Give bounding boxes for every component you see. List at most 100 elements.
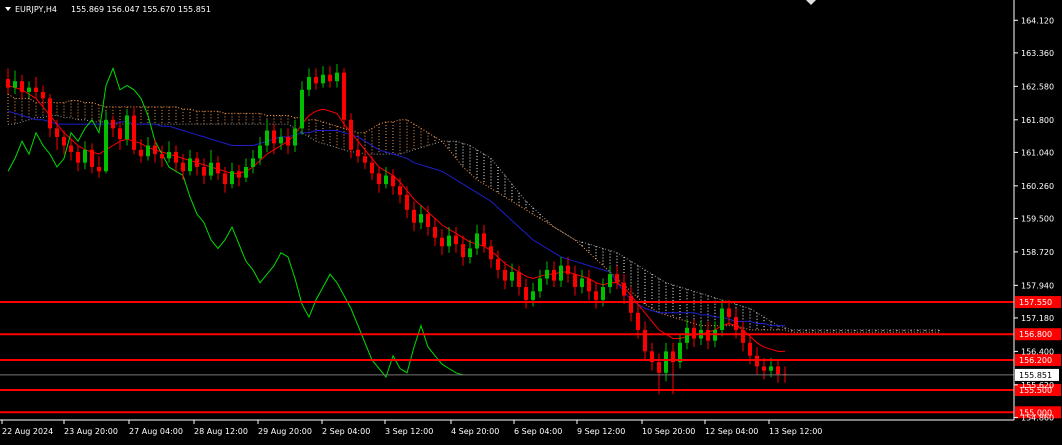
candle-body <box>538 278 542 292</box>
candle-body <box>643 329 647 352</box>
price-tick-label: 154.860 <box>1021 413 1054 422</box>
candle-body <box>713 329 717 341</box>
candle-body <box>496 259 500 270</box>
symbol-label: EURJPY,H4 <box>15 5 57 14</box>
level-price-label: 157.550 <box>1019 298 1052 307</box>
candle-body <box>664 351 668 373</box>
candle-body <box>391 175 395 187</box>
candle-body <box>272 130 276 144</box>
candle-body <box>139 149 143 157</box>
candle-body <box>580 278 584 288</box>
candle-body <box>468 248 472 258</box>
candle-body <box>48 98 52 129</box>
candle-body <box>111 119 115 129</box>
time-tick-label: 4 Sep 20:00 <box>451 427 499 436</box>
candle-body <box>762 366 766 371</box>
time-tick-label: 10 Sep 20:00 <box>642 427 695 436</box>
time-tick-label: 22 Aug 2024 <box>2 427 53 436</box>
candle-body <box>202 166 206 176</box>
candle-body <box>384 175 388 185</box>
candle-body <box>27 87 31 92</box>
bull-candle <box>104 111 108 174</box>
level-price-label: 156.800 <box>1019 330 1052 339</box>
candle-body <box>160 154 164 159</box>
price-tick-label: 157.180 <box>1021 314 1054 323</box>
candle-body <box>447 235 451 247</box>
candle-body <box>426 214 430 228</box>
candle-body <box>13 81 17 88</box>
candle-body <box>741 329 745 343</box>
candle-body <box>307 76 311 90</box>
candle-body <box>727 308 731 318</box>
candle-body <box>482 233 486 247</box>
candle-body <box>629 295 633 313</box>
time-tick-label: 23 Aug 20:00 <box>64 427 118 436</box>
candle-body <box>153 145 157 155</box>
time-tick-label: 9 Sep 12:00 <box>577 427 625 436</box>
candle-body <box>657 362 661 373</box>
candle-body <box>601 287 605 300</box>
candle-body <box>454 235 458 245</box>
candle-body <box>265 130 269 146</box>
candle-body <box>573 274 577 288</box>
price-tick-label: 157.940 <box>1021 281 1054 290</box>
candle-body <box>377 173 381 185</box>
candle-body <box>314 76 318 84</box>
price-tick-label: 159.500 <box>1021 214 1054 223</box>
candle-body <box>594 291 598 300</box>
ohlc-readout: 155.869 156.047 155.670 155.851 <box>71 5 211 14</box>
candle-body <box>510 272 514 281</box>
time-tick-label: 29 Aug 20:00 <box>258 427 312 436</box>
candle-body <box>524 287 528 300</box>
price-tick-label: 161.800 <box>1021 116 1054 125</box>
price-tick-label: 158.720 <box>1021 248 1054 257</box>
chart-window: 157.550 156.800 156.200 155.500 155.000 155.8… <box>0 0 1062 445</box>
price-tick-label: 156.400 <box>1021 347 1054 356</box>
candle-body <box>461 244 465 258</box>
candle-body <box>748 342 752 356</box>
candle-body <box>405 194 409 210</box>
candle-body <box>300 89 304 129</box>
candle-body <box>125 115 129 140</box>
candle-body <box>622 282 626 296</box>
price-tick-label: 162.580 <box>1021 82 1054 91</box>
candle-body <box>230 171 234 185</box>
candle-body <box>167 151 171 159</box>
candle-body <box>132 115 136 150</box>
candle-body <box>293 128 297 146</box>
candle-body <box>216 162 220 174</box>
candle-body <box>279 136 283 144</box>
candle-body <box>258 145 262 159</box>
candle-body <box>489 246 493 260</box>
candle-body <box>195 158 199 167</box>
candle-body <box>237 171 241 178</box>
candle-body <box>349 119 353 150</box>
candle-body <box>440 237 444 247</box>
candle-body <box>97 166 101 172</box>
time-tick-label: 2 Sep 04:00 <box>322 427 370 436</box>
candle-body <box>734 317 738 330</box>
candle-body <box>370 162 374 174</box>
candle-body <box>685 327 689 343</box>
time-tick-label: 12 Sep 04:00 <box>705 427 758 436</box>
price-tick-label: 163.360 <box>1021 49 1054 58</box>
candle-body <box>251 158 255 167</box>
candle-body <box>692 327 696 339</box>
candle-body <box>90 149 94 167</box>
candle-body <box>566 265 570 275</box>
price-chart[interactable]: 157.550156.800156.200155.500155.000155.8… <box>0 0 1062 445</box>
candle-body <box>6 79 10 88</box>
candle-body <box>34 87 38 92</box>
candle-body <box>342 72 346 120</box>
candle-body <box>55 128 59 137</box>
candle-body <box>412 209 416 223</box>
time-tick-label: 27 Aug 04:00 <box>129 427 183 436</box>
candle-body <box>209 162 213 176</box>
candle-body <box>321 74 325 84</box>
candle-body <box>181 162 185 172</box>
candle-body <box>755 355 759 367</box>
candle-body <box>41 91 45 99</box>
candle-body <box>174 151 178 163</box>
price-tick-label: 160.260 <box>1021 182 1054 191</box>
candle-body <box>531 291 535 300</box>
